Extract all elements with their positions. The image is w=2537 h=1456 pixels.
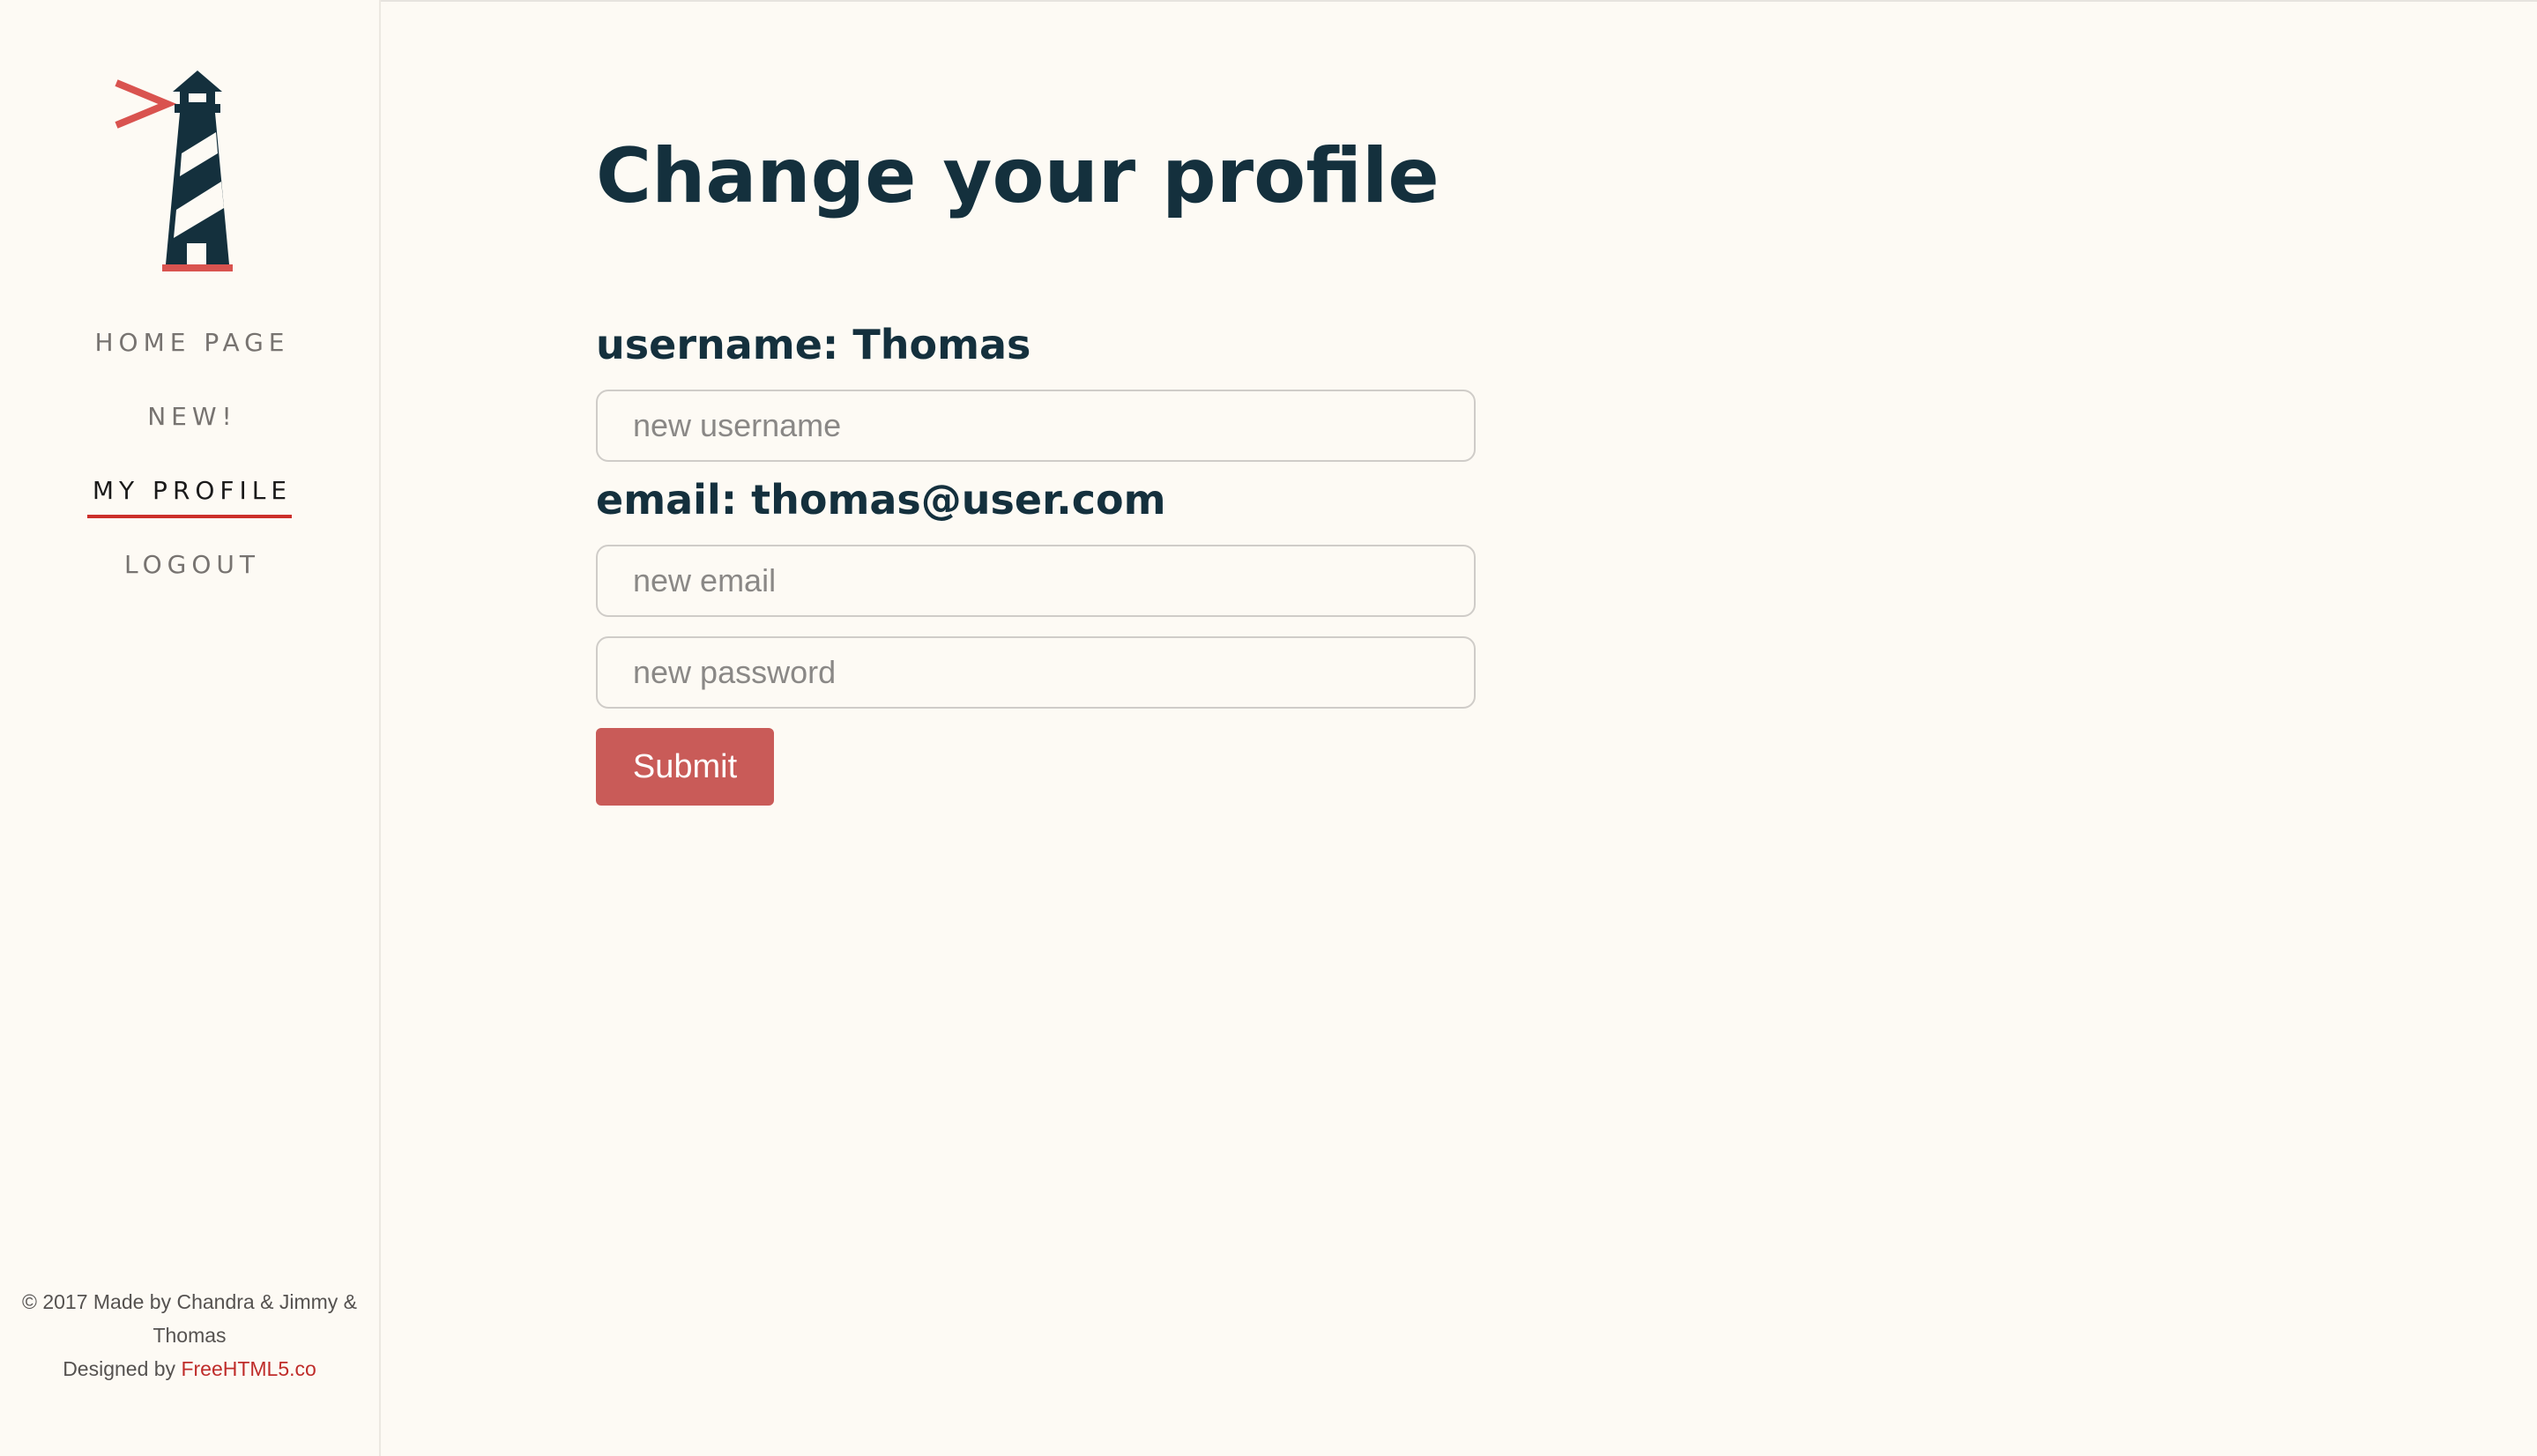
copyright-text: © 2017 Made by Chandra & Jimmy & Thomas (21, 1290, 357, 1347)
nav-item-new: NEW! (0, 402, 379, 476)
nav-link-new[interactable]: NEW! (142, 402, 237, 441)
freehtml5-link[interactable]: FreeHTML5.co (181, 1357, 316, 1380)
nav-link-logout[interactable]: LOGOUT (119, 550, 260, 589)
submit-button[interactable]: Submit (596, 728, 774, 806)
sidebar-footer: © 2017 Made by Chandra & Jimmy & Thomas … (9, 1285, 370, 1385)
main-content: Change your profile username: Thomas ema… (596, 0, 2447, 1456)
sidebar: HOME PAGE NEW! MY PROFILE LOGOUT © 2017 … (0, 0, 381, 1456)
nav-link-home[interactable]: HOME PAGE (90, 328, 290, 367)
new-username-input[interactable] (596, 390, 1476, 462)
designer-credit: Designed by FreeHTML5.co (9, 1352, 370, 1385)
new-password-input[interactable] (596, 636, 1476, 709)
nav-item-logout: LOGOUT (0, 550, 379, 624)
designer-credit-prefix: Designed by (63, 1357, 182, 1380)
nav-link-my-profile[interactable]: MY PROFILE (86, 476, 293, 518)
email-label: email: thomas@user.com (596, 476, 1166, 524)
username-label: username: Thomas (596, 321, 1031, 368)
lighthouse-logo-icon[interactable] (113, 69, 236, 273)
page-title: Change your profile (596, 132, 1440, 220)
nav-item-home: HOME PAGE (0, 328, 379, 402)
main-nav: HOME PAGE NEW! MY PROFILE LOGOUT (0, 328, 379, 624)
nav-item-my-profile: MY PROFILE (0, 476, 379, 550)
new-email-input[interactable] (596, 545, 1476, 617)
